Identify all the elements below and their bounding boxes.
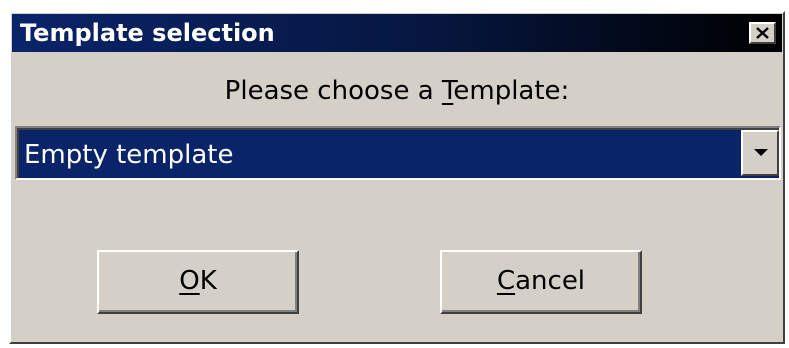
chevron-down-icon [754,149,768,156]
cancel-button[interactable]: Cancel [440,250,642,314]
template-dropdown-value: Empty template [24,140,234,170]
close-icon [756,27,769,39]
ok-button-label: OK [179,266,217,296]
close-button[interactable] [749,22,776,44]
title-bar[interactable]: Template selection [12,14,782,52]
dropdown-arrow-button[interactable] [741,130,779,176]
template-dropdown[interactable]: Empty template [15,126,781,180]
template-prompt-label: Please choose a Template: [224,76,570,106]
template-selection-dialog: Template selection Please choose a Templ… [9,11,785,344]
ok-button[interactable]: OK [97,250,299,314]
dialog-title: Template selection [20,19,275,47]
cancel-button-label: Cancel [496,266,586,296]
